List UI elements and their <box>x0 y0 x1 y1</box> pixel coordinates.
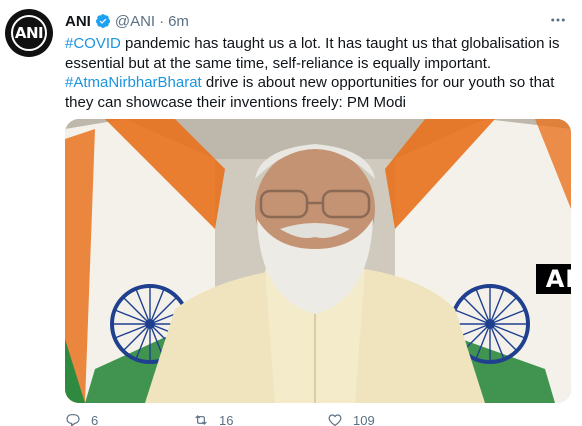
verified-badge-icon <box>95 13 111 29</box>
author-name[interactable]: ANI <box>65 13 91 30</box>
retweet-icon <box>195 415 207 425</box>
avatar-logo-text: ANI <box>14 24 44 42</box>
like-button[interactable]: 109 <box>327 412 375 426</box>
media-watermark: ANI <box>536 264 571 294</box>
tweet-card[interactable]: ANI ANI @ANI · 6m #COVID pandemic has ta… <box>0 0 582 426</box>
retweet-count: 16 <box>219 412 234 426</box>
reply-count: 6 <box>91 412 99 426</box>
separator-dot: · <box>159 12 165 30</box>
media-illustration <box>65 119 571 403</box>
tweet-header: ANI @ANI · 6m <box>65 10 189 32</box>
more-options-icon[interactable] <box>546 10 570 30</box>
reply-icon <box>66 414 80 426</box>
like-icon <box>328 414 342 426</box>
tweet-timestamp[interactable]: 6m <box>168 13 189 30</box>
like-count: 109 <box>353 412 375 426</box>
retweet-button[interactable]: 16 <box>193 412 233 426</box>
tweet-media-image[interactable]: ANI <box>65 119 571 403</box>
hashtag-atmanirbharbharat[interactable]: #AtmaNirbharBharat <box>65 74 202 91</box>
tweet-text: #COVID pandemic has taught us a lot. It … <box>65 34 575 112</box>
avatar[interactable]: ANI <box>5 9 53 57</box>
tweet-text-paragraph-2: #AtmaNirbharBharat drive is about new op… <box>65 73 575 112</box>
hashtag-covid[interactable]: #COVID <box>65 35 121 52</box>
tweet-text-paragraph: #COVID pandemic has taught us a lot. It … <box>65 34 575 73</box>
reply-button[interactable]: 6 <box>65 412 98 426</box>
tweet-text-part1: pandemic has taught us a lot. It has tau… <box>65 35 560 72</box>
tweet-actions-bar: 6 16 109 <box>65 412 525 426</box>
author-handle[interactable]: @ANI <box>115 13 155 30</box>
